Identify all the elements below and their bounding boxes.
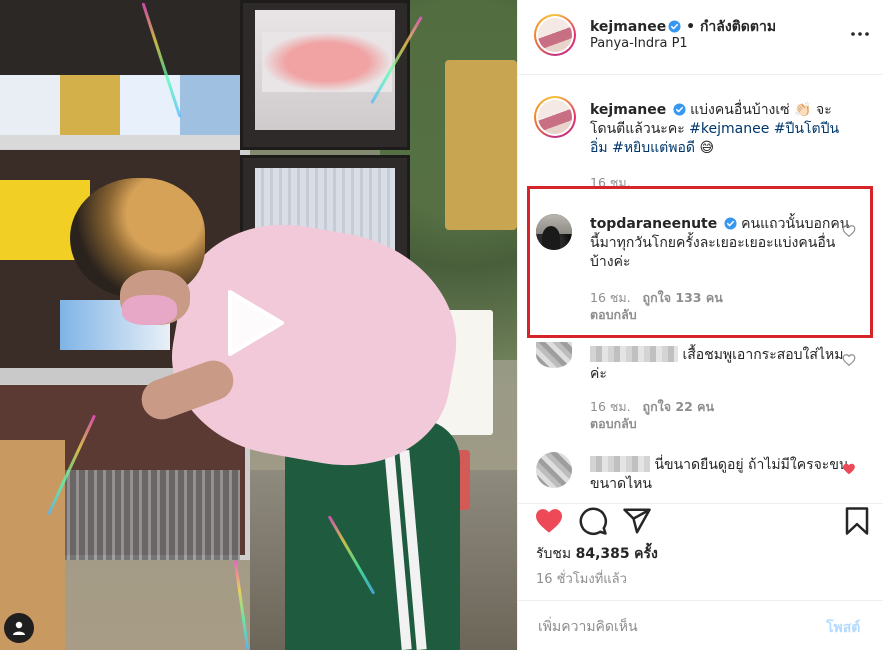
blurred-username[interactable] <box>590 346 678 362</box>
comment-like-icon[interactable] <box>842 224 856 238</box>
play-icon <box>228 290 284 356</box>
comment-liked-icon[interactable] <box>842 462 856 476</box>
blurred-username[interactable] <box>590 456 650 472</box>
play-button[interactable] <box>218 288 288 358</box>
view-count[interactable]: รับชม 84,385 ครั้ง <box>536 543 658 565</box>
reply-button[interactable]: ตอบกลับ <box>590 416 637 431</box>
caption-time[interactable]: 16 ชม. <box>590 173 631 193</box>
comment-avatar[interactable] <box>536 452 572 488</box>
more-icon <box>851 32 869 36</box>
views-unit: ครั้ง <box>634 546 658 562</box>
header-avatar[interactable] <box>534 14 576 56</box>
avatar <box>538 18 572 52</box>
location-link[interactable]: Panya-Indra P1 <box>590 36 688 51</box>
hashtag-link[interactable]: #หยิบแต่พอดี <box>612 140 695 156</box>
post-media[interactable] <box>0 0 517 650</box>
reply-button[interactable]: ตอบกลับ <box>590 307 637 322</box>
header-username[interactable]: kejmanee <box>590 19 666 35</box>
comment-time[interactable]: 16 ชม. <box>590 399 631 414</box>
caption-emoji: 😅 <box>699 140 715 156</box>
comment-reply-row: ตอบกลับ <box>590 305 637 325</box>
heart-icon[interactable] <box>534 506 564 536</box>
caption: kejmanee แบ่งคนอื่นบ้างเซ่ 👏🏻 จะโดนตีแล้… <box>590 101 852 158</box>
comment-item: topdaraneenute คนแถวนั้นบอกคนนี้มาทุกวัน… <box>590 215 852 272</box>
comment-reply-row: ตอบกลับ <box>590 414 637 434</box>
comment-likes[interactable]: ถูกใจ 22 คน <box>643 399 715 414</box>
verified-badge-icon <box>724 217 737 230</box>
action-bar <box>518 503 883 540</box>
post-comment-button[interactable]: โพสต์ <box>826 617 860 639</box>
comment-icon[interactable] <box>578 506 608 536</box>
golden-sign <box>445 60 517 230</box>
add-comment-input[interactable] <box>536 613 810 641</box>
verified-badge-icon <box>673 103 686 116</box>
door-sign <box>262 32 392 92</box>
cabinet-shelf <box>0 135 260 149</box>
caption-avatar[interactable] <box>534 96 576 138</box>
comment-username[interactable]: topdaraneenute <box>590 216 717 232</box>
post-panel: kejmanee • กำลังติดตาม Panya-Indra P1 ke… <box>517 0 883 650</box>
user-tag-button[interactable] <box>4 613 34 643</box>
avatar <box>538 100 572 134</box>
comment-avatar[interactable] <box>536 342 572 368</box>
hashtag-link[interactable]: #kejmanee <box>689 121 769 137</box>
following-button[interactable]: กำลังติดตาม <box>700 19 776 35</box>
verified-badge-icon <box>668 20 681 33</box>
comment-time[interactable]: 16 ชม. <box>590 290 631 305</box>
share-icon[interactable] <box>622 506 652 536</box>
comment-likes[interactable]: ถูกใจ 133 คน <box>643 290 723 305</box>
comment-item: เสื้อชมพูเอากระสอบใส่ไหมค่ะ <box>590 346 852 384</box>
face-mask <box>122 295 177 325</box>
header-user-line: kejmanee • กำลังติดตาม <box>590 16 776 38</box>
user-tag-icon <box>13 621 25 635</box>
add-comment-bar: โพสต์ <box>518 600 883 651</box>
header-separator: • <box>681 19 700 35</box>
post-timestamp[interactable]: 16 ชั่วโมงที่แล้ว <box>536 568 627 589</box>
comment-item: นี่ขนาดยืนดูอยู่ ถ้าไม่มีใครจะขนขนาดไหน <box>590 456 852 494</box>
wire-rack <box>40 470 240 560</box>
comment-like-icon[interactable] <box>842 353 856 367</box>
views-number: 84,385 <box>575 546 630 562</box>
bookmark-icon[interactable] <box>842 506 872 536</box>
caption-username[interactable]: kejmanee <box>590 102 666 118</box>
views-label: รับชม <box>536 546 572 562</box>
lens-flare <box>233 560 250 650</box>
milk-and-snacks <box>0 75 240 135</box>
post-header: kejmanee • กำลังติดตาม Panya-Indra P1 <box>518 0 883 75</box>
more-options-button[interactable] <box>848 22 872 46</box>
comment-avatar[interactable] <box>536 214 572 250</box>
